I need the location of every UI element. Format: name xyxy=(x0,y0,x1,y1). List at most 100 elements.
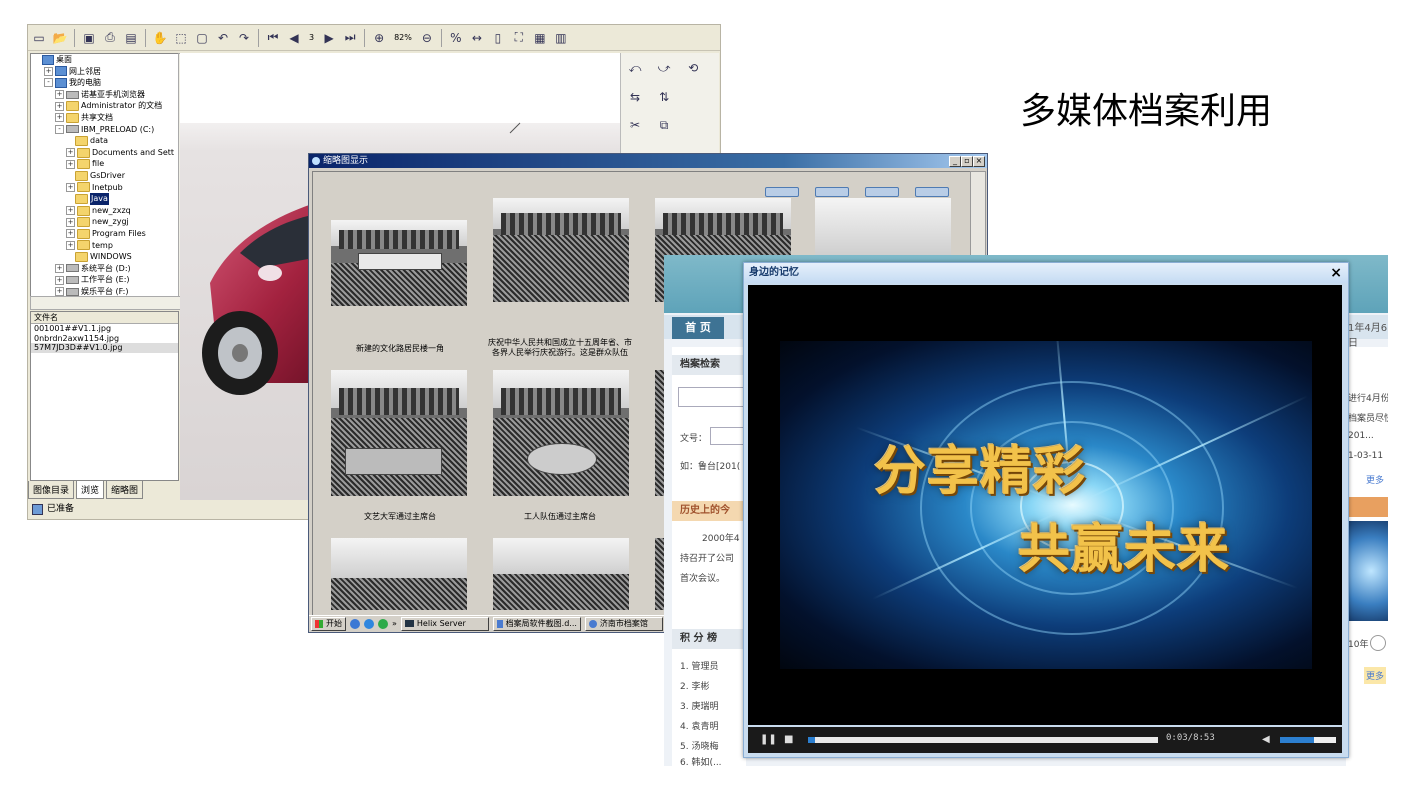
expand-icon[interactable]: + xyxy=(66,206,75,216)
tree-node[interactable]: + 系统平台 (D:) xyxy=(31,263,178,275)
expand-icon[interactable]: + xyxy=(55,287,64,297)
taskbar-item[interactable]: 济南市档案馆 xyxy=(584,616,663,631)
desktop-icon[interactable] xyxy=(350,618,360,629)
undo-icon[interactable]: ↶ xyxy=(214,29,232,47)
expand-icon[interactable]: + xyxy=(66,148,75,158)
taskbar-item[interactable]: Helix Server xyxy=(400,616,489,631)
tree-node[interactable]: + temp xyxy=(31,240,178,252)
expand-icon[interactable]: + xyxy=(55,275,64,285)
expand-icon[interactable]: + xyxy=(55,90,64,100)
first-page-icon[interactable]: ⏮ xyxy=(264,29,282,47)
ranking-item[interactable]: 6. 韩如(... xyxy=(680,755,722,766)
tree-node[interactable]: + Inetpub xyxy=(31,182,178,194)
redo-icon[interactable]: ↷ xyxy=(235,29,253,47)
volume-slider[interactable] xyxy=(1280,737,1336,743)
tree-node[interactable]: + 诺基亚手机浏览器 xyxy=(31,89,178,101)
ranking-item[interactable]: 2. 李彬 xyxy=(680,679,709,692)
nav-button-prev[interactable] xyxy=(815,187,849,197)
ranking-item[interactable]: 4. 袁青明 xyxy=(680,719,718,732)
rotate-left-icon[interactable]: ⤺ xyxy=(623,60,647,78)
tree-node[interactable]: + Documents and Sett xyxy=(31,147,178,159)
stop-icon[interactable]: ■ xyxy=(784,734,793,745)
print-icon[interactable]: ⎙ xyxy=(101,29,119,47)
thumbnail-image[interactable] xyxy=(493,198,629,302)
folder-tree[interactable]: 桌面 + 网上邻居 - 我的电脑 + 诺基亚手机浏览器 + Administrator 的文档 +… xyxy=(30,53,179,309)
expand-icon[interactable]: + xyxy=(66,182,75,192)
more-icon[interactable]: » xyxy=(392,619,397,628)
expand-icon[interactable] xyxy=(66,195,73,202)
tree-node[interactable]: + new_zxzq xyxy=(31,205,178,217)
tree-node[interactable]: WINDOWS xyxy=(31,251,178,263)
expand-icon[interactable]: + xyxy=(66,229,75,239)
crop-icon[interactable]: ⧉ xyxy=(652,116,676,134)
fit-width-icon[interactable]: ↔ xyxy=(468,29,486,47)
expand-icon[interactable]: + xyxy=(44,66,53,76)
expand-icon[interactable] xyxy=(33,56,40,63)
taskbar-item[interactable]: 档案局软件截图.d... xyxy=(492,616,581,631)
tree-node[interactable]: 桌面 xyxy=(31,54,178,66)
play-circle-icon[interactable] xyxy=(1370,635,1386,651)
expand-icon[interactable]: + xyxy=(66,240,75,250)
file-list-item[interactable]: 57M7JD3D##V1.0.jpg xyxy=(31,343,178,353)
tree-node[interactable]: + 共享文档 xyxy=(31,112,178,124)
collapse-icon[interactable]: - xyxy=(44,78,53,88)
expand-icon[interactable] xyxy=(66,137,73,144)
fullscreen-icon[interactable]: ⛶ xyxy=(510,29,528,47)
expand-icon[interactable]: + xyxy=(66,217,75,227)
search-input[interactable] xyxy=(678,387,748,407)
ranking-item[interactable]: 5. 汤晓梅 xyxy=(680,739,718,752)
expand-icon[interactable] xyxy=(66,253,73,260)
tree-node[interactable]: GsDriver xyxy=(31,170,178,182)
delete-icon[interactable]: ✂ xyxy=(623,116,647,134)
thumbnail-image[interactable] xyxy=(331,220,467,306)
news-text[interactable]: 进行4月份 xyxy=(1348,391,1388,404)
start-button[interactable]: 开始 xyxy=(311,616,346,631)
browser-icon[interactable] xyxy=(364,618,374,629)
next-page-icon[interactable]: ▶ xyxy=(320,29,338,47)
file-list-item[interactable]: 0nbrdn2axw1154.jpg xyxy=(31,334,178,344)
tree-node[interactable]: data xyxy=(31,135,178,147)
tree-node[interactable]: - IBM_PRELOAD (C:) xyxy=(31,124,178,136)
tree-node[interactable]: + Program Files xyxy=(31,228,178,240)
banner-thumbnail[interactable] xyxy=(1346,497,1388,517)
tree-node[interactable]: Java xyxy=(31,193,178,205)
tab-thumbnails[interactable]: 缩略图 xyxy=(106,481,144,499)
thumbnail-image[interactable] xyxy=(493,370,629,496)
ranking-item[interactable]: 1. 管理员 xyxy=(680,659,718,672)
nav-home[interactable]: 首 页 xyxy=(672,317,724,339)
pause-icon[interactable]: ❚❚ xyxy=(760,734,777,745)
rect-select-icon[interactable]: ▢ xyxy=(193,29,211,47)
more-link[interactable]: 更多 xyxy=(1364,667,1387,684)
progress-bar[interactable] xyxy=(808,737,1158,743)
minimize-button[interactable]: _ xyxy=(949,156,961,167)
expand-icon[interactable]: + xyxy=(55,263,64,273)
tab-browse[interactable]: 浏览 xyxy=(76,481,105,499)
nav-button-next[interactable] xyxy=(865,187,899,197)
fit-page-icon[interactable]: ▯ xyxy=(489,29,507,47)
news-text[interactable]: 档案员尽快 xyxy=(1348,411,1388,424)
file-list-header[interactable]: 文件名 xyxy=(31,312,178,324)
tree-node[interactable]: + 网上邻居 xyxy=(31,66,178,78)
tree-node[interactable]: + file xyxy=(31,158,178,170)
thumbnail-window-titlebar[interactable]: 缩略图显示 _ ▫ × xyxy=(309,154,987,168)
restore-button[interactable]: ▫ xyxy=(961,156,973,167)
flip-horizontal-icon[interactable]: ⇆ xyxy=(623,88,647,106)
video-dialog-titlebar[interactable]: 身边的记忆 × xyxy=(744,263,1348,283)
expand-icon[interactable]: + xyxy=(66,159,75,169)
thumbnail-image[interactable] xyxy=(493,538,629,610)
thumbnail-image[interactable] xyxy=(331,370,467,496)
expand-icon[interactable]: + xyxy=(55,101,64,111)
page-number[interactable]: 3 xyxy=(306,33,317,42)
prev-page-icon[interactable]: ◀ xyxy=(285,29,303,47)
file-list-item[interactable]: 001001##V1.1.jpg xyxy=(31,324,178,334)
thumbnail-image[interactable] xyxy=(331,538,467,610)
save-icon[interactable]: ▣ xyxy=(80,29,98,47)
collapse-icon[interactable]: - xyxy=(55,124,64,134)
zoom-out-icon[interactable]: ⊖ xyxy=(418,29,436,47)
rotate-right-icon[interactable]: ⤻ xyxy=(652,60,676,78)
more-link[interactable]: 更多 xyxy=(1366,473,1384,486)
media-icon[interactable] xyxy=(378,618,388,629)
tree-node[interactable]: - 我的电脑 xyxy=(31,77,178,89)
panel-view-icon[interactable]: ▥ xyxy=(552,29,570,47)
last-page-icon[interactable]: ⏭ xyxy=(341,29,359,47)
